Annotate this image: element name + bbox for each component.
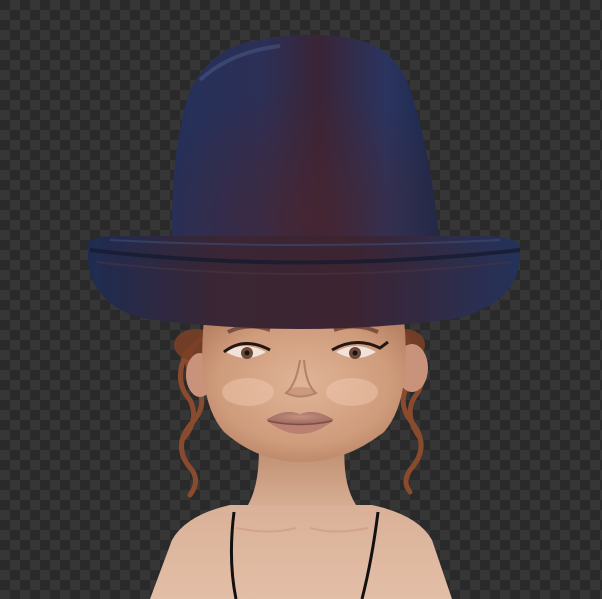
hat-brim xyxy=(87,236,521,329)
render-viewport xyxy=(0,0,602,599)
avatar-render xyxy=(87,34,521,599)
avatar-torso xyxy=(150,505,452,599)
